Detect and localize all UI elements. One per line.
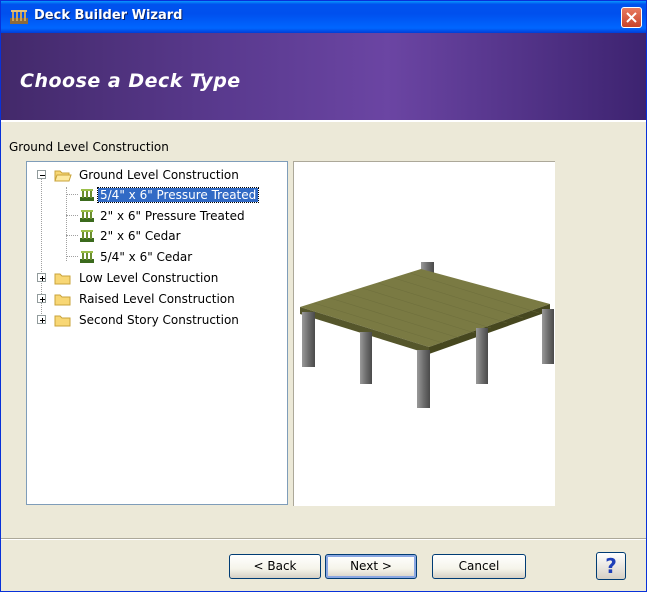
tree-item-label: Low Level Construction	[79, 271, 219, 285]
tree-connector	[66, 187, 67, 261]
header-banner: Choose a Deck Type	[1, 33, 646, 122]
deck-board-icon	[80, 230, 94, 242]
tree-item-label: Second Story Construction	[79, 313, 239, 327]
deck-board-icon	[80, 251, 94, 263]
tree-item-2x6-cedar[interactable]: 2" x 6" Cedar	[79, 227, 183, 245]
help-button[interactable]: ?	[596, 552, 626, 580]
tree-item-label: Raised Level Construction	[79, 292, 235, 306]
tree-connector	[66, 256, 78, 257]
expand-toggle[interactable]	[37, 294, 46, 303]
minus-icon	[40, 175, 45, 176]
plus-icon	[40, 318, 45, 323]
deck-board-icon	[80, 189, 94, 201]
wizard-window: Deck Builder Wizard Choose a Deck Type G…	[0, 0, 647, 592]
folder-icon	[54, 273, 71, 284]
deck-app-icon	[10, 10, 28, 24]
footer-divider	[1, 538, 646, 540]
tree-connector	[66, 194, 78, 195]
close-button[interactable]	[621, 7, 642, 28]
folder-icon	[54, 294, 71, 305]
plus-icon	[40, 297, 45, 302]
back-button[interactable]: < Back	[229, 554, 321, 579]
next-button[interactable]: Next >	[325, 554, 417, 579]
section-label: Ground Level Construction	[9, 140, 169, 154]
plus-icon	[40, 276, 45, 281]
open-folder-icon	[54, 170, 72, 181]
deck-type-tree[interactable]: Ground Level Construction 5/4" x 6" Pres…	[26, 161, 288, 505]
deck-board-icon	[80, 210, 94, 222]
folder-icon	[54, 315, 71, 326]
expand-toggle[interactable]	[37, 273, 46, 282]
tree-item-2x6-pressure-treated[interactable]: 2" x 6" Pressure Treated	[79, 207, 247, 225]
close-icon	[626, 12, 637, 23]
tree-item-54x6-cedar[interactable]: 5/4" x 6" Cedar	[79, 248, 194, 266]
expand-toggle[interactable]	[37, 315, 46, 324]
cancel-button[interactable]: Cancel	[432, 554, 526, 579]
tree-item-label: Ground Level Construction	[79, 168, 239, 182]
tree-item-label: 5/4" x 6" Cedar	[100, 250, 193, 264]
tree-item-low-level[interactable]: Low Level Construction	[54, 269, 220, 287]
deck-3d-preview	[300, 262, 554, 408]
tree-item-second-story[interactable]: Second Story Construction	[54, 311, 241, 329]
tree-item-label: 2" x 6" Pressure Treated	[100, 209, 245, 223]
collapse-toggle[interactable]	[37, 170, 46, 179]
title-bar[interactable]: Deck Builder Wizard	[1, 1, 646, 33]
tree-connector	[66, 215, 78, 216]
tree-connector	[66, 235, 78, 236]
tree-item-label: 5/4" x 6" Pressure Treated	[96, 187, 260, 203]
page-title: Choose a Deck Type	[20, 70, 241, 92]
window-title: Deck Builder Wizard	[34, 8, 183, 23]
tree-item-label: 2" x 6" Cedar	[100, 229, 181, 243]
tree-item-54x6-pressure-treated[interactable]: 5/4" x 6" Pressure Treated	[79, 186, 260, 204]
deck-preview-image	[293, 161, 555, 506]
tree-item-ground-level[interactable]: Ground Level Construction	[54, 166, 241, 184]
tree-item-raised-level[interactable]: Raised Level Construction	[54, 290, 237, 308]
